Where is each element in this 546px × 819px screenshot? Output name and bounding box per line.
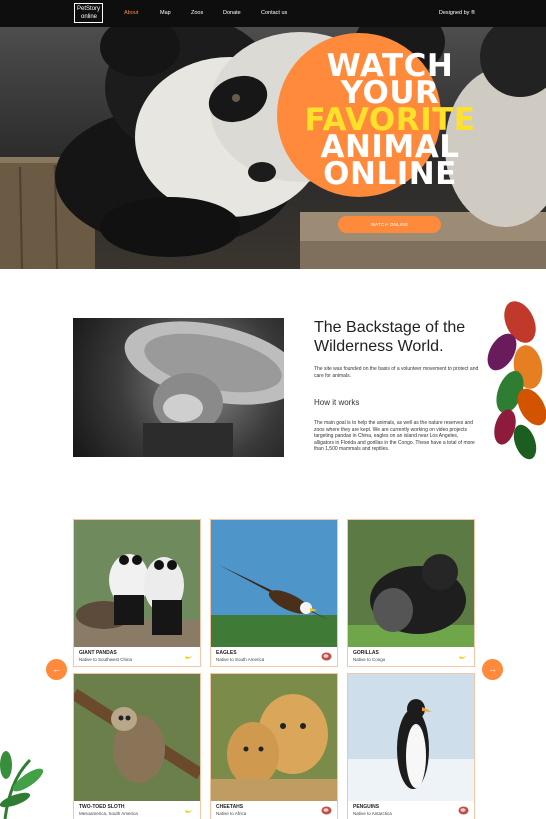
- about-title: The Backstage of the Wilderness World.: [314, 319, 466, 355]
- meat-icon: [321, 652, 332, 661]
- eagles-photo: [211, 520, 337, 647]
- hero-title-line: ONLINE: [323, 156, 457, 192]
- about-photo: [73, 318, 284, 457]
- nav-link-map[interactable]: Map: [160, 10, 171, 16]
- site-logo[interactable]: PetStory online: [74, 3, 103, 23]
- how-it-works-text: The main goal is to help the animals, as…: [314, 420, 475, 452]
- top-nav: PetStory online About Map Zoos Donate Co…: [0, 0, 546, 27]
- animal-card-native: Mesoamerica, South America: [79, 811, 138, 816]
- nav-link-contact[interactable]: Contact us: [261, 10, 287, 16]
- elder-with-hat-image: [124, 321, 284, 457]
- designed-by-text: Designed by ®: [438, 10, 475, 16]
- penguins-photo: [348, 674, 474, 801]
- banana-icon: [185, 808, 194, 813]
- nav-link-donate[interactable]: Donate: [223, 10, 241, 16]
- decorative-leaves-image: [487, 301, 546, 460]
- animal-card[interactable]: GIANT PANDAS Native to Southwest China: [73, 519, 201, 667]
- animal-card-native: Native to South America: [216, 657, 265, 662]
- meat-icon: [458, 806, 469, 815]
- animal-card[interactable]: EAGLES Native to South America: [210, 519, 338, 667]
- nav-link-about[interactable]: About: [124, 10, 138, 16]
- animal-card-native: Native to Congo: [353, 657, 386, 662]
- animal-card[interactable]: GORILLAS Native to Congo: [347, 519, 475, 667]
- banana-icon: [459, 654, 468, 659]
- decorative-plant-image: [0, 751, 44, 819]
- carousel-next-button[interactable]: →: [482, 659, 503, 680]
- watch-online-button[interactable]: WATCH ONLINE: [338, 216, 441, 233]
- hero-title: WATCH YOUR FAVORITE ANIMAL ONLINE: [300, 51, 480, 192]
- meat-icon: [321, 806, 332, 815]
- logo-text-line2: online: [81, 14, 98, 20]
- animal-card[interactable]: PENGUINS Native to Antarctica: [347, 673, 475, 819]
- cheetahs-photo: [211, 674, 337, 801]
- logo-text-line1: PetStory: [77, 6, 101, 12]
- animal-card-native: Native to Africa: [216, 811, 247, 816]
- animal-card-native: Native to Antarctica: [353, 811, 392, 816]
- animal-card[interactable]: TWO-TOED SLOTH Mesoamerica, South Americ…: [73, 673, 201, 819]
- animal-card-name: TWO-TOED SLOTH: [79, 804, 125, 810]
- hero-banner: WATCH YOUR FAVORITE ANIMAL ONLINE WATCH …: [0, 27, 546, 269]
- animal-card-name: GORILLAS: [353, 650, 379, 656]
- gorillas-photo: [348, 520, 474, 647]
- banana-icon: [185, 654, 194, 659]
- about-intro-text: The site was founded on the basis of a v…: [314, 366, 479, 379]
- animal-card-name: GIANT PANDAS: [79, 650, 117, 656]
- animal-card-name: PENGUINS: [353, 804, 380, 810]
- sloth-photo: [74, 674, 200, 801]
- animal-card-native: Native to Southwest China: [79, 657, 133, 662]
- carousel-prev-button[interactable]: ←: [46, 659, 67, 680]
- animal-card-name: CHEETAHS: [216, 804, 244, 810]
- nav-link-zoos[interactable]: Zoos: [191, 10, 203, 16]
- pandas-photo: [74, 520, 200, 647]
- animal-card-name: EAGLES: [216, 650, 237, 656]
- animal-card[interactable]: CHEETAHS Native to Africa: [210, 673, 338, 819]
- how-it-works-title: How it works: [314, 398, 360, 407]
